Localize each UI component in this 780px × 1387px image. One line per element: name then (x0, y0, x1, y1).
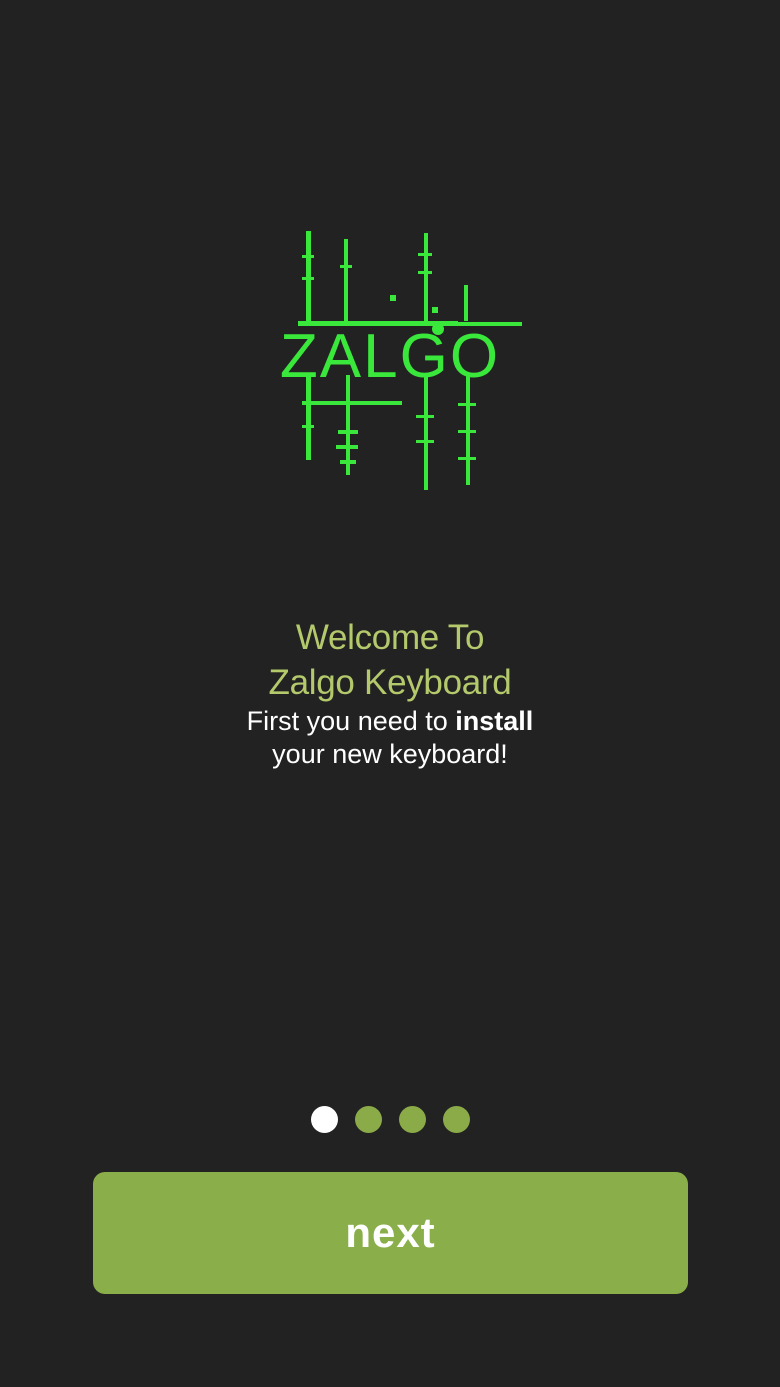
page-indicator (0, 1106, 780, 1133)
next-button[interactable]: next (93, 1172, 688, 1294)
next-button-label: next (345, 1209, 436, 1256)
zalgo-logo-graphic: ZALGO (280, 231, 522, 490)
welcome-subtitle-line2: your new keyboard! (272, 739, 508, 769)
logo-text: ZALGO (280, 322, 500, 391)
page-dot-1[interactable] (310, 1106, 338, 1133)
welcome-subtitle-line1: First you need to install (0, 705, 780, 738)
subtitle-prefix: First you need to (246, 706, 456, 736)
page-dot-3[interactable] (398, 1106, 426, 1133)
zalgo-logo: ZALGO (240, 225, 540, 500)
page-dot-2[interactable] (354, 1106, 382, 1133)
subtitle-emphasis: install (455, 706, 534, 736)
welcome-message: Welcome To Zalgo Keyboard First you need… (0, 615, 780, 771)
welcome-title-line2: Zalgo Keyboard (268, 663, 512, 702)
page-dot-4[interactable] (442, 1106, 470, 1133)
welcome-title-line1: Welcome To (295, 618, 485, 657)
onboarding-screen: ZALGO Welcome To Zalgo Keyboard First yo… (0, 0, 780, 1387)
